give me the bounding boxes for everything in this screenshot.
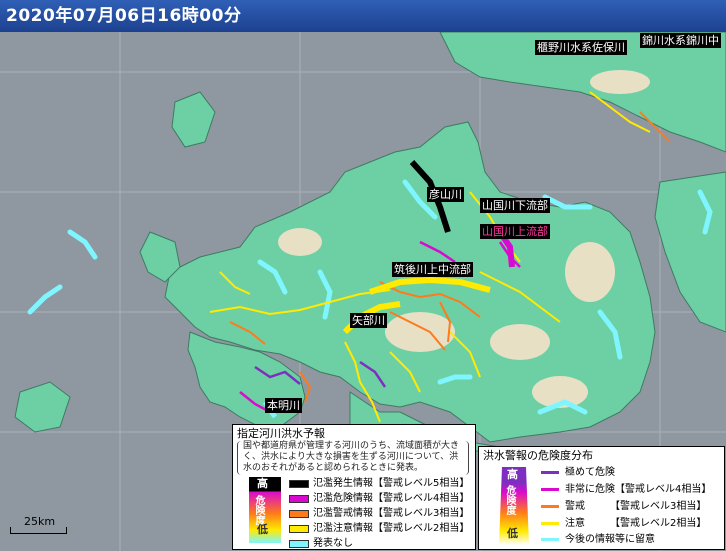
warning-level-high: 高	[507, 468, 518, 481]
warning-item-1: 非常に危険【警戒レベル4相当】	[565, 484, 712, 495]
label-chikugo: 筑後川上中流部	[392, 262, 473, 277]
forecast-item-3: 氾濫注意情報【警戒レベル2相当】	[313, 523, 470, 534]
warning-item-4: 今後の情報等に留意	[565, 534, 655, 545]
warning-swatch-1	[541, 488, 559, 491]
label-honmyo: 本明川	[265, 398, 302, 413]
forecast-swatch-1	[289, 495, 309, 503]
warning-legend-panel: 洪水警報の危険度分布 高 危険度 低 極めて危険 非常に危険【警戒レベル4相当】…	[478, 446, 725, 550]
warning-swatch-3	[541, 522, 559, 525]
forecast-swatch-2	[289, 510, 309, 518]
warning-level-low: 低	[507, 527, 518, 540]
forecast-swatch-3	[289, 525, 309, 533]
forecast-level-mid: 危険度	[253, 495, 264, 525]
forecast-item-0: 氾濫発生情報【警戒レベル5相当】	[313, 478, 470, 489]
label-yamakuni-upper: 山国川上流部	[480, 224, 550, 239]
warning-item-0: 極めて危険	[565, 467, 615, 478]
warning-legend-title: 洪水警報の危険度分布	[483, 449, 593, 462]
scale-bar	[10, 527, 67, 534]
warning-swatch-0	[541, 471, 559, 474]
label-hikosan: 彦山川	[427, 187, 464, 202]
forecast-item-4: 発表なし	[313, 538, 353, 549]
forecast-item-1: 氾濫危険情報【警戒レベル4相当】	[313, 493, 470, 504]
warning-swatch-2	[541, 505, 559, 508]
forecast-swatch-0	[289, 480, 309, 488]
warning-level-mid: 危険度	[504, 485, 515, 515]
label-yamakuni-lower: 山国川下流部	[480, 198, 550, 213]
warning-item-2: 警戒 【警戒レベル3相当】	[565, 501, 707, 512]
forecast-description: 国や都道府県が管理する河川のうち、流域面積が大きく、洪水により大きな損害を生ずる…	[243, 441, 460, 473]
forecast-legend-panel: 指定河川洪水予報 国や都道府県が管理する河川のうち、流域面積が大きく、洪水により…	[232, 424, 476, 550]
forecast-level-low: 低	[257, 523, 268, 536]
label-nishiki: 錦川水系錦川中	[640, 33, 721, 48]
forecast-item-2: 氾濫警戒情報【警戒レベル3相当】	[313, 508, 470, 519]
warning-swatch-4	[541, 538, 559, 541]
label-hino-saho: 櫃野川水系佐保川	[535, 40, 627, 55]
timestamp-header: 2020年07月06日16時00分	[0, 0, 726, 32]
warning-item-3: 注意 【警戒レベル2相当】	[565, 518, 707, 529]
forecast-swatch-4	[289, 540, 309, 548]
forecast-level-high: 高	[257, 477, 268, 490]
forecast-legend-title: 指定河川洪水予報	[237, 427, 325, 440]
label-yabe: 矢部川	[350, 313, 387, 328]
